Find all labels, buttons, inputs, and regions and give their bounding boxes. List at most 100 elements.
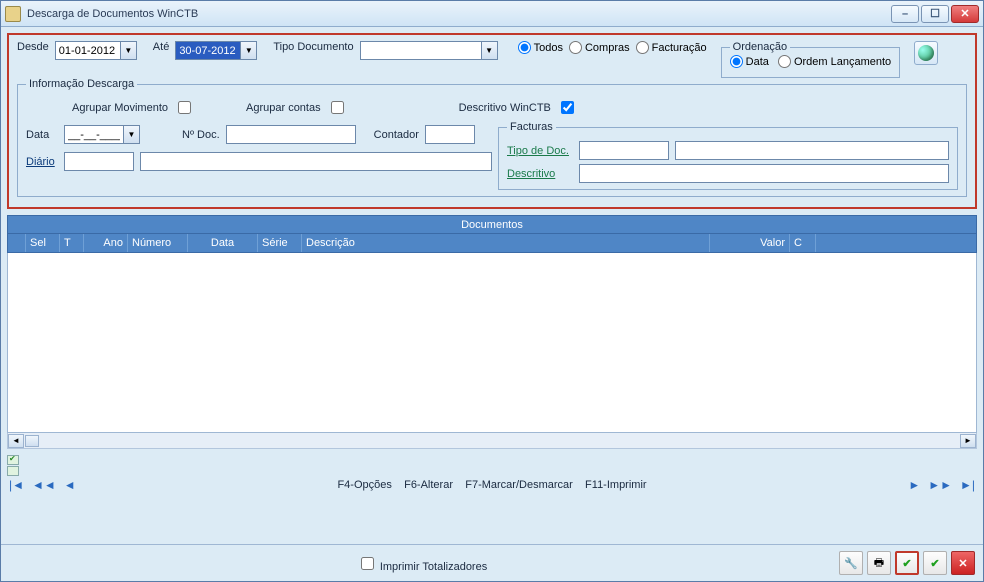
scroll-left-icon[interactable]: ◄ — [8, 434, 24, 448]
close-button[interactable]: ✕ — [951, 5, 979, 23]
tipo-doc-link[interactable]: Tipo de Doc. — [507, 145, 573, 157]
col-valor[interactable]: Valor — [710, 234, 790, 252]
grid-body[interactable] — [7, 253, 977, 433]
print-button[interactable]: 🖶 — [867, 551, 891, 575]
radio-todos-label: Todos — [534, 42, 563, 54]
confirm-button[interactable]: ✔ — [895, 551, 919, 575]
desde-combo[interactable]: ▼ — [55, 41, 137, 60]
check-icon: ✔ — [902, 557, 911, 570]
prev-record-icon[interactable]: ◄ — [62, 478, 78, 492]
scroll-thumb[interactable] — [25, 435, 39, 447]
agrupar-movimento-checkbox[interactable] — [178, 101, 191, 114]
window-controls: – ☐ ✕ — [891, 5, 979, 23]
info-row-1: Agrupar Movimento Agrupar contas Descrit… — [26, 98, 958, 117]
chevron-down-icon[interactable]: ▼ — [123, 126, 139, 143]
radio-ord-ordem[interactable]: Ordem Lançamento — [778, 55, 891, 68]
col-sel[interactable]: Sel — [26, 234, 60, 252]
col-blank[interactable] — [8, 234, 26, 252]
first-record-icon[interactable]: |◄ — [7, 478, 26, 492]
imprimir-totalizadores-checkbox[interactable] — [361, 557, 374, 570]
settings-button[interactable]: 🔧 — [839, 551, 863, 575]
radio-facturacao-input[interactable] — [636, 41, 649, 54]
window-title: Descarga de Documentos WinCTB — [27, 8, 891, 20]
chevron-down-icon[interactable]: ▼ — [481, 42, 497, 59]
next-page-icon[interactable]: ►► — [926, 478, 954, 492]
next-record-icon[interactable]: ► — [906, 478, 922, 492]
radio-ord-data[interactable]: Data — [730, 55, 769, 68]
imprimir-totalizadores-label: Imprimir Totalizadores — [380, 561, 487, 573]
facturas-legend: Facturas — [507, 121, 556, 133]
hint-f6: F6-Alterar — [404, 479, 453, 491]
info-left-col: Data ▼ Nº Doc. Contador — [26, 121, 492, 171]
radio-compras[interactable]: Compras — [569, 41, 630, 54]
descritivo-link[interactable]: Descritivo — [507, 168, 573, 180]
refresh-button[interactable] — [914, 41, 938, 65]
close-icon: ✕ — [958, 557, 967, 570]
app-icon — [5, 6, 21, 22]
data-combo[interactable]: ▼ — [64, 125, 140, 144]
col-extra[interactable] — [816, 234, 976, 252]
selection-toggle-icons[interactable] — [7, 455, 19, 476]
maximize-button[interactable]: ☐ — [921, 5, 949, 23]
cancel-button[interactable]: ✕ — [951, 551, 975, 575]
chevron-down-icon[interactable]: ▼ — [240, 42, 256, 59]
radio-facturacao[interactable]: Facturação — [636, 41, 707, 54]
radio-todos[interactable]: Todos — [518, 41, 563, 54]
data-input[interactable] — [65, 126, 123, 143]
descritivo-winctb-checkbox[interactable] — [561, 101, 574, 114]
agrupar-contas-checkbox[interactable] — [331, 101, 344, 114]
scroll-right-icon[interactable]: ► — [960, 434, 976, 448]
prev-page-icon[interactable]: ◄◄ — [30, 478, 58, 492]
nav-row: |◄ ◄◄ ◄ F4-Opções F6-Alterar F7-Marcar/D… — [7, 478, 977, 492]
col-descricao[interactable]: Descrição — [302, 234, 710, 252]
diario-link[interactable]: Diário — [26, 156, 58, 168]
ordenacao-legend: Ordenação — [730, 41, 790, 53]
ate-combo[interactable]: ▼ — [175, 41, 257, 60]
radio-ord-data-input[interactable] — [730, 55, 743, 68]
agrupar-movimento-label: Agrupar Movimento — [72, 102, 168, 114]
ordenacao-group: Ordenação Data Ordem Lançamento — [721, 41, 901, 78]
descritivo-input[interactable] — [579, 164, 949, 183]
minimize-button[interactable]: – — [891, 5, 919, 23]
diario-code-input[interactable] — [64, 152, 134, 171]
col-data[interactable]: Data — [188, 234, 258, 252]
col-numero[interactable]: Número — [128, 234, 188, 252]
titlebar: Descarga de Documentos WinCTB – ☐ ✕ — [1, 1, 983, 27]
tipo-documento-input[interactable] — [361, 42, 481, 59]
ndoc-input[interactable] — [226, 125, 356, 144]
col-c[interactable]: C — [790, 234, 816, 252]
radio-compras-label: Compras — [585, 42, 630, 54]
diario-desc-input[interactable] — [140, 152, 492, 171]
shortcut-hints: F4-Opções F6-Alterar F7-Marcar/Desmarcar… — [82, 479, 903, 491]
horizontal-scrollbar[interactable]: ◄ ► — [7, 433, 977, 449]
tipo-doc-desc-input[interactable] — [675, 141, 949, 160]
tipo-documento-combo[interactable]: ▼ — [360, 41, 498, 60]
check-all-icon[interactable] — [7, 455, 19, 465]
filter-panel: Desde ▼ Até ▼ Tipo Documento ▼ Tod — [7, 33, 977, 209]
ate-input[interactable] — [176, 42, 240, 59]
data-label: Data — [26, 129, 58, 141]
documentos-header: Documentos — [7, 215, 977, 233]
descritivo-winctb-label: Descritivo WinCTB — [459, 102, 551, 114]
contador-input[interactable] — [425, 125, 475, 144]
nav-toolbar — [7, 455, 977, 476]
apply-button[interactable]: ✔ — [923, 551, 947, 575]
col-ano[interactable]: Ano — [84, 234, 128, 252]
content: Desde ▼ Até ▼ Tipo Documento ▼ Tod — [1, 27, 983, 544]
desde-input[interactable] — [56, 42, 120, 59]
radio-ord-ordem-input[interactable] — [778, 55, 791, 68]
tipo-doc-code-input[interactable] — [579, 141, 669, 160]
radio-todos-input[interactable] — [518, 41, 531, 54]
info-descarga-group: Informação Descarga Agrupar Movimento Ag… — [17, 78, 967, 197]
chevron-down-icon[interactable]: ▼ — [120, 42, 136, 59]
ate-label: Até — [153, 41, 170, 53]
radio-compras-input[interactable] — [569, 41, 582, 54]
wrench-icon: 🔧 — [844, 557, 858, 570]
col-serie[interactable]: Série — [258, 234, 302, 252]
tipo-documento-label: Tipo Documento — [273, 41, 353, 53]
desde-label: Desde — [17, 41, 49, 53]
uncheck-all-icon[interactable] — [7, 466, 19, 476]
radio-ord-ordem-label: Ordem Lançamento — [794, 56, 891, 68]
col-t[interactable]: T — [60, 234, 84, 252]
last-record-icon[interactable]: ►| — [958, 478, 977, 492]
